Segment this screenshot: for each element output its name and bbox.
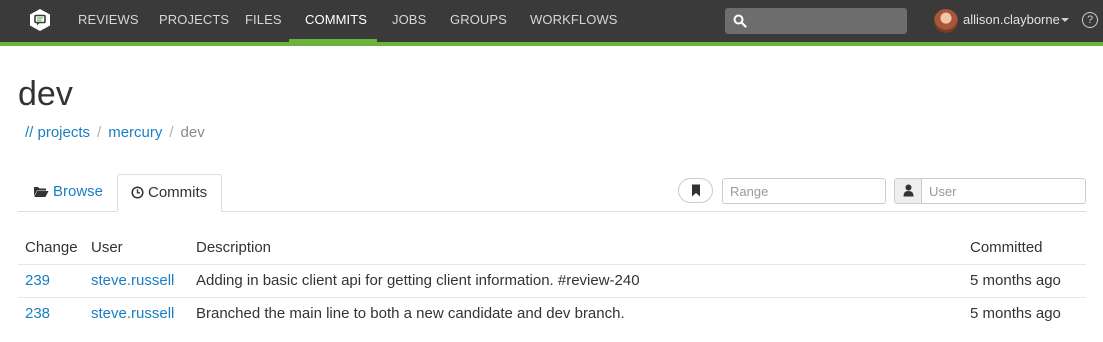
column-header-description: Description xyxy=(196,239,272,256)
nav-workflows[interactable]: WORKFLOWS xyxy=(530,0,618,42)
nav-projects[interactable]: PROJECTS xyxy=(159,0,229,42)
nav-groups[interactable]: GROUPS xyxy=(450,0,507,42)
search-icon xyxy=(733,14,747,28)
nav-reviews[interactable]: REVIEWS xyxy=(78,0,139,42)
swarm-logo-icon[interactable] xyxy=(28,8,52,32)
commit-description: Branched the main line to both a new can… xyxy=(196,305,625,322)
clock-icon xyxy=(131,186,144,199)
user-filter-addon xyxy=(895,179,922,203)
commit-time: 5 months ago xyxy=(970,272,1061,289)
nav-jobs[interactable]: JOBS xyxy=(392,0,426,42)
tab-browse[interactable]: Browse xyxy=(18,174,118,212)
bookmark-button[interactable] xyxy=(678,178,713,203)
nav-commits[interactable]: COMMITS xyxy=(305,0,367,42)
breadcrumb-projects[interactable]: // projects xyxy=(25,124,90,141)
user-link[interactable]: steve.russell xyxy=(91,271,174,291)
column-header-committed: Committed xyxy=(970,239,1043,256)
table-row-divider xyxy=(18,297,1086,298)
change-number-link[interactable]: 238 xyxy=(25,304,50,324)
table-row-divider xyxy=(18,264,1086,265)
chevron-down-icon[interactable] xyxy=(1061,18,1069,22)
breadcrumb-separator: / xyxy=(169,124,174,141)
change-number-link[interactable]: 239 xyxy=(25,271,50,291)
user-filter[interactable] xyxy=(894,178,1086,204)
user-input[interactable] xyxy=(923,179,1085,203)
top-navbar: REVIEWS PROJECTS FILES COMMITS JOBS GROU… xyxy=(0,0,1103,42)
folder-open-icon xyxy=(34,187,49,197)
user-menu-name[interactable]: allison.clayborne xyxy=(963,0,1060,42)
bookmark-icon xyxy=(692,184,700,197)
tab-browse-label: Browse xyxy=(53,183,104,200)
help-icon[interactable]: ? xyxy=(1082,12,1098,28)
page-title: dev xyxy=(18,75,73,113)
nav-files[interactable]: FILES xyxy=(245,0,282,42)
column-header-user: User xyxy=(91,239,123,256)
tab-commits-label: Commits xyxy=(148,184,208,201)
navbar-accent-stripe xyxy=(0,42,1103,46)
range-input[interactable] xyxy=(722,178,886,204)
user-link[interactable]: steve.russell xyxy=(91,304,174,324)
breadcrumb-current: dev xyxy=(180,124,205,141)
tab-commits[interactable]: Commits xyxy=(117,174,222,212)
avatar[interactable] xyxy=(934,9,958,33)
commit-time: 5 months ago xyxy=(970,305,1061,322)
breadcrumb-project[interactable]: mercury xyxy=(108,124,162,141)
breadcrumb: // projects / mercury / dev xyxy=(25,123,205,143)
search-box[interactable] xyxy=(725,8,907,34)
column-header-change: Change xyxy=(25,239,78,256)
user-icon xyxy=(903,184,914,197)
commit-description: Adding in basic client api for getting c… xyxy=(196,272,640,289)
breadcrumb-separator: / xyxy=(97,124,102,141)
